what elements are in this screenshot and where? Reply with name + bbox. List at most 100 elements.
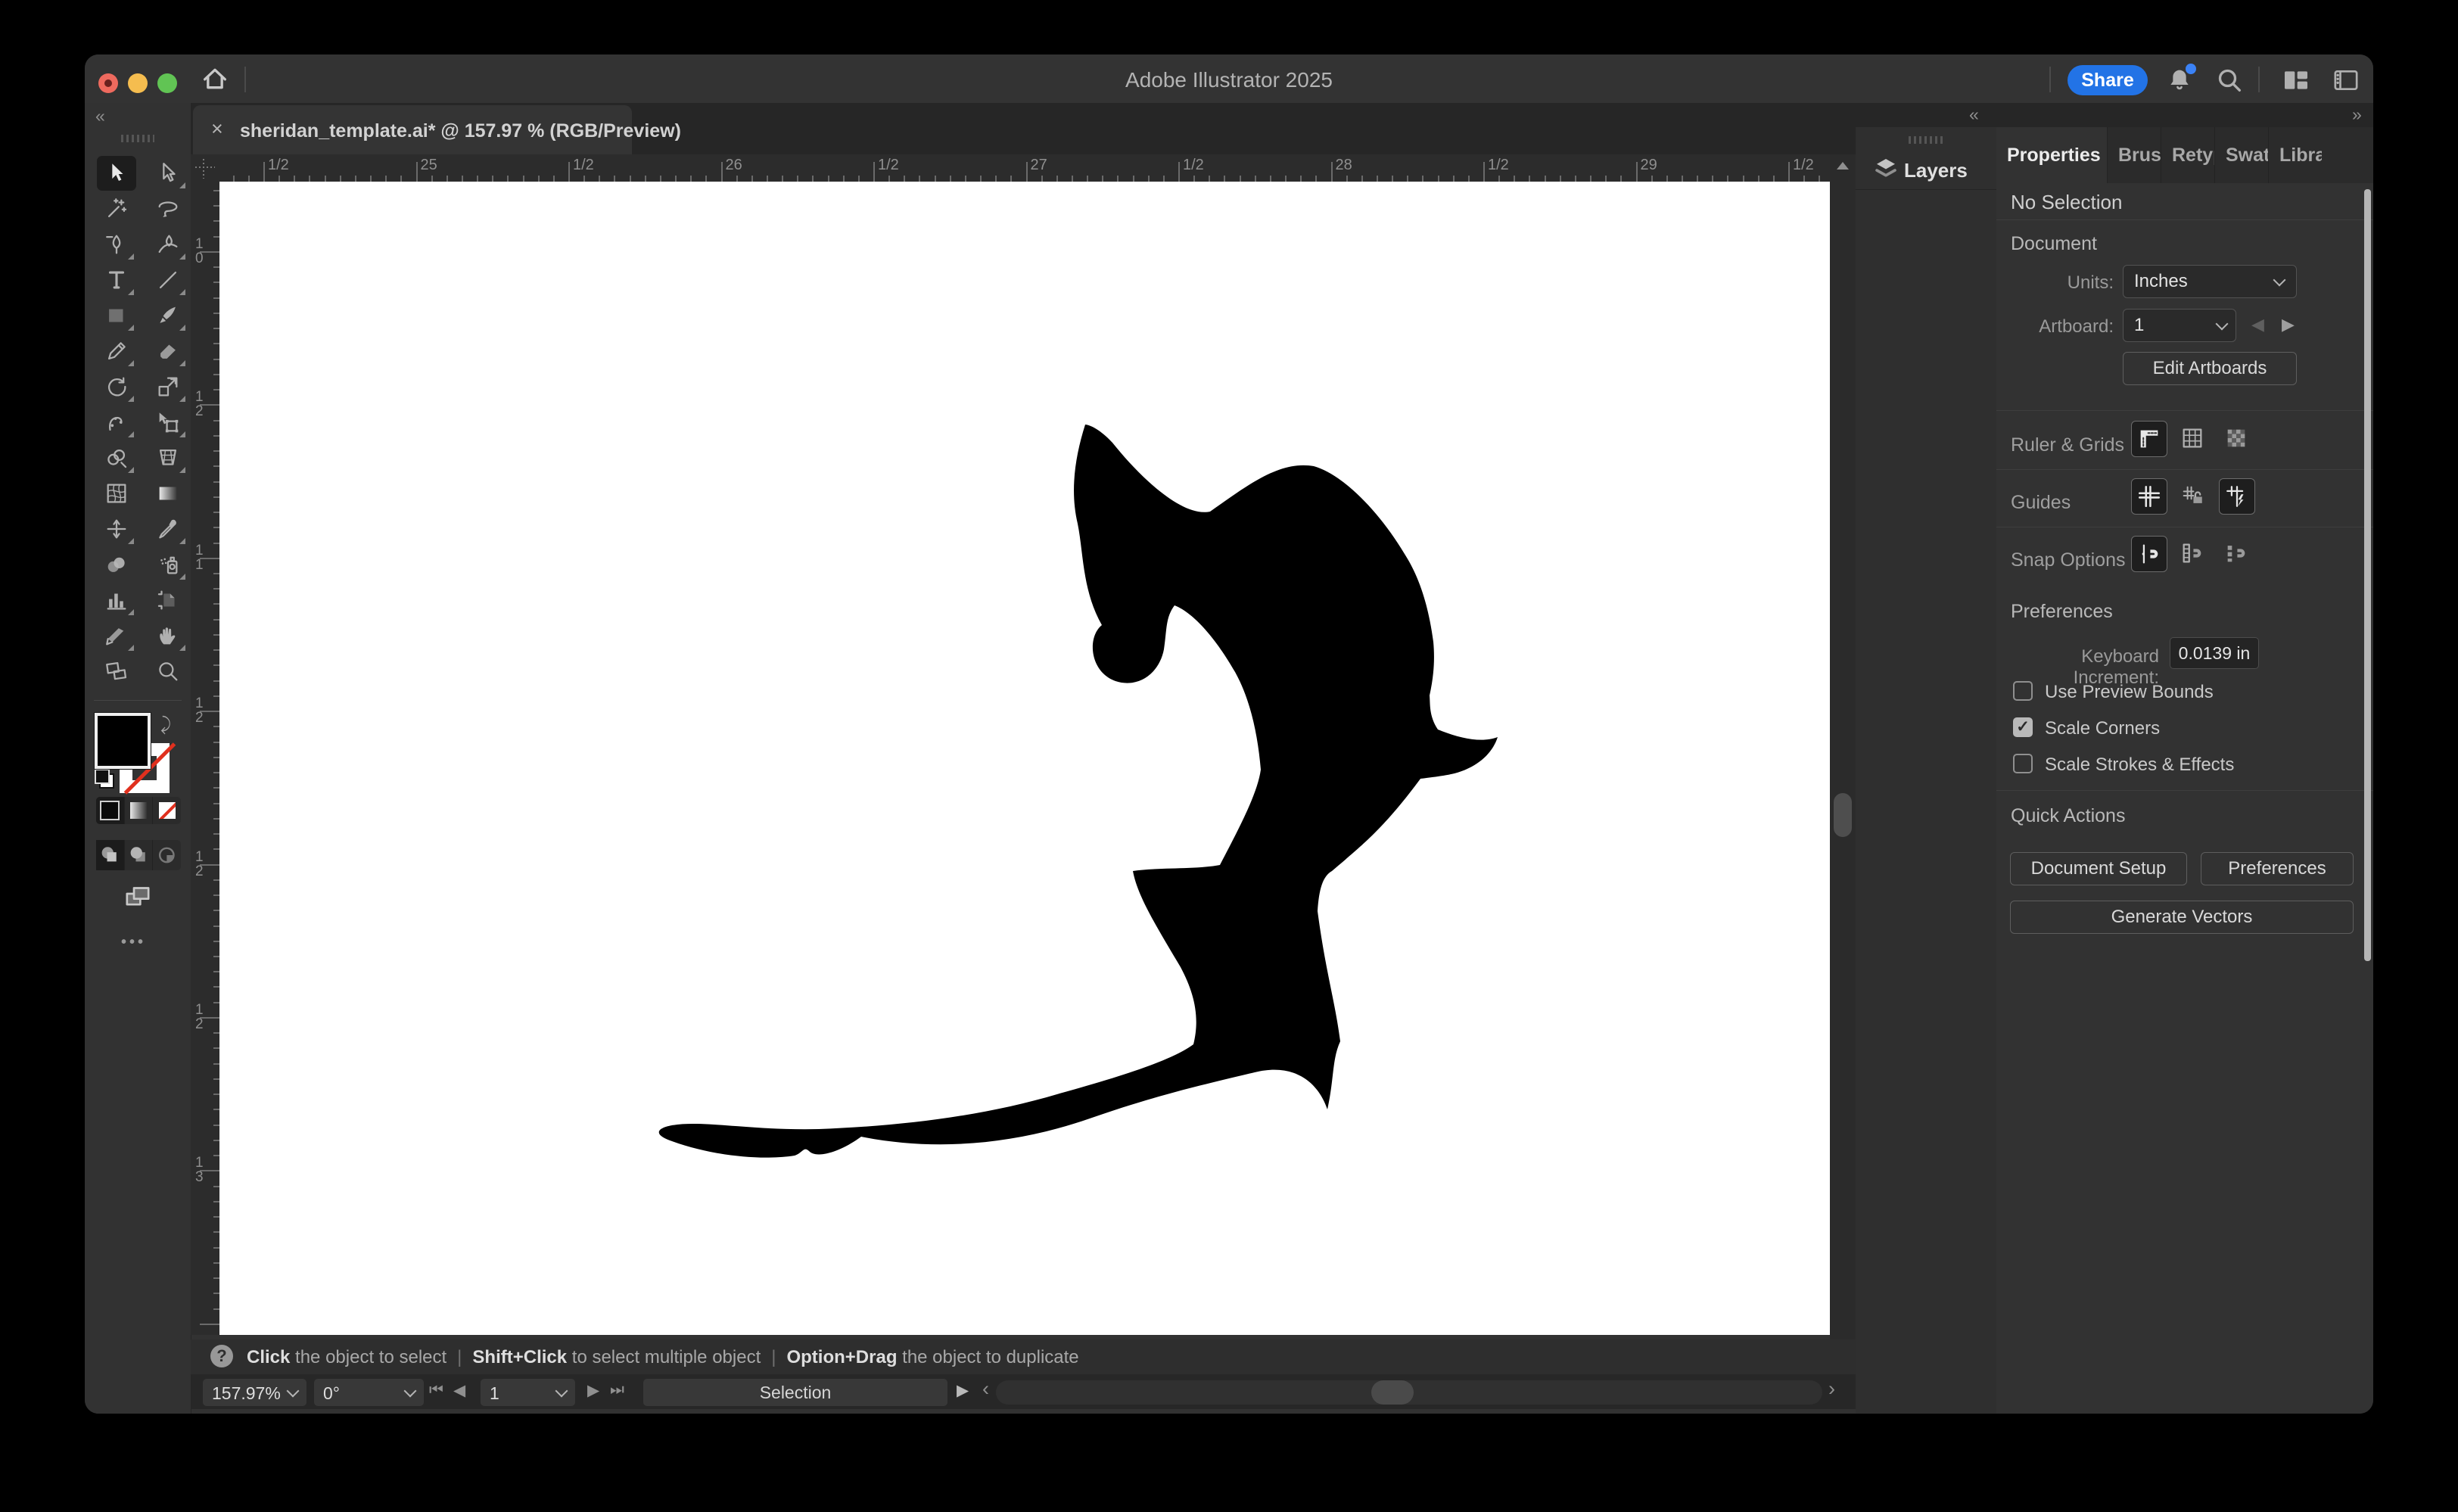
status-tool-indicator[interactable]: Selection: [643, 1379, 947, 1406]
notifications-bell-icon[interactable]: [2164, 65, 2195, 95]
next-artboard-icon[interactable]: ▶: [2282, 315, 2295, 334]
tab-brushes[interactable]: Brushes: [2107, 127, 2161, 183]
scroll-up-icon[interactable]: [1837, 162, 1849, 170]
canvas-vertical-scrollbar[interactable]: [1830, 154, 1856, 1374]
line-segment-tool[interactable]: [148, 263, 188, 297]
smart-guides-icon[interactable]: [2219, 478, 2255, 515]
color-fill-button[interactable]: [96, 797, 125, 824]
puppet-warp-tool[interactable]: [97, 405, 136, 440]
grid-icon[interactable]: [2175, 421, 2210, 456]
print-tiling-tool[interactable]: [97, 654, 136, 689]
guides-icon[interactable]: [2131, 478, 2167, 515]
pencil-tool[interactable]: [97, 334, 136, 369]
transparency-grid-icon[interactable]: [2219, 421, 2254, 456]
scroll-right-icon[interactable]: ›: [1828, 1377, 1835, 1401]
lasso-tool[interactable]: [148, 191, 188, 226]
free-transform-tool[interactable]: [148, 405, 188, 440]
default-fill-stroke-icon[interactable]: [95, 769, 114, 789]
snap-point-icon[interactable]: [2131, 536, 2167, 572]
layers-grip[interactable]: [1909, 136, 1943, 144]
share-button[interactable]: Share: [2068, 65, 2148, 95]
hand-tool[interactable]: [148, 618, 188, 653]
magic-wand-tool[interactable]: [97, 191, 136, 226]
edit-artboards-button[interactable]: Edit Artboards: [2123, 352, 2297, 385]
screen-mode-icon[interactable]: [118, 882, 157, 913]
blend-tool[interactable]: [97, 547, 136, 582]
ruler-origin-corner[interactable]: [191, 154, 220, 182]
rectangle-tool[interactable]: [97, 298, 136, 333]
panel-toggle-icon[interactable]: [2331, 65, 2361, 95]
workspace-switcher-icon[interactable]: [2281, 65, 2311, 95]
ruler-icon[interactable]: [2131, 421, 2167, 457]
collapse-toolbar-icon[interactable]: «: [95, 106, 107, 126]
document-tab[interactable]: × sheridan_template.ai* @ 157.97 % (RGB/…: [193, 105, 632, 154]
checkbox-scale-strokes-effects[interactable]: [2013, 754, 2033, 773]
document-setup-button[interactable]: Document Setup: [2010, 852, 2187, 885]
toolbar-grip[interactable]: [121, 135, 154, 142]
collapse-panels-icon[interactable]: «: [1969, 104, 1980, 125]
direct-selection-tool[interactable]: [148, 156, 188, 191]
tab-properties[interactable]: Properties: [1996, 127, 2107, 183]
expand-panels-icon[interactable]: »: [2352, 104, 2363, 125]
fill-color-swatch[interactable]: [95, 713, 151, 769]
pen-tool[interactable]: [97, 227, 136, 262]
zoom-tool[interactable]: [148, 654, 188, 689]
horizontal-ruler[interactable]: 1/2251/2261/2271/2281/2291/2: [219, 154, 1830, 182]
snap-grid-icon[interactable]: [2175, 536, 2210, 571]
scale-tool[interactable]: [148, 369, 188, 404]
keyboard-increment-field[interactable]: 0.0139 in: [2170, 637, 2259, 669]
artboard-canvas[interactable]: [219, 182, 1830, 1335]
eraser-tool[interactable]: [148, 334, 188, 369]
last-artboard-icon[interactable]: ⏭: [610, 1381, 624, 1399]
ink-brush-artwork[interactable]: [219, 182, 1830, 1335]
checkbox-scale-corners[interactable]: ✓: [2013, 717, 2033, 737]
previous-artboard-icon[interactable]: ◀: [2251, 315, 2264, 334]
artboard-tool[interactable]: [148, 583, 188, 618]
close-tab-icon[interactable]: ×: [211, 117, 223, 141]
tab-retype[interactable]: Retype: [2161, 127, 2214, 183]
rotation-dropdown[interactable]: 0°: [314, 1379, 424, 1406]
curvature-tool[interactable]: [148, 227, 188, 262]
generate-vectors-button[interactable]: Generate Vectors: [2010, 901, 2354, 934]
tab-libraries[interactable]: Libraries: [2268, 127, 2322, 183]
vertical-scroll-thumb[interactable]: [1834, 793, 1852, 837]
type-tool[interactable]: [97, 263, 136, 297]
draw-inside-button[interactable]: [153, 840, 181, 870]
properties-scrollbar-thumb[interactable]: [2364, 189, 2371, 961]
preferences-button[interactable]: Preferences: [2201, 852, 2354, 885]
units-dropdown[interactable]: Inches: [2123, 265, 2297, 298]
help-icon[interactable]: ?: [210, 1345, 233, 1367]
none-fill-button[interactable]: [153, 797, 181, 824]
paintbrush-tool[interactable]: [148, 298, 188, 333]
selection-tool[interactable]: [97, 156, 136, 191]
mesh-tool[interactable]: [97, 476, 136, 511]
perspective-grid-tool[interactable]: [148, 440, 188, 475]
status-play-icon[interactable]: ▶: [957, 1381, 969, 1400]
more-tools-icon[interactable]: •••: [121, 934, 146, 951]
vertical-ruler[interactable]: 1 01 21 11 21 21 21 3: [191, 182, 219, 1335]
column-graph-tool[interactable]: [97, 583, 136, 618]
artboard-dropdown[interactable]: 1: [2123, 309, 2236, 342]
swap-fill-stroke-icon[interactable]: ⤸: [160, 714, 182, 736]
gradient-tool[interactable]: [148, 476, 188, 511]
draw-behind-button[interactable]: [125, 840, 154, 870]
artboard-navigation-dropdown[interactable]: 1: [481, 1379, 575, 1406]
gradient-fill-button[interactable]: [125, 797, 154, 824]
scroll-left-icon[interactable]: ‹: [982, 1377, 989, 1401]
checkbox-use-preview-bounds[interactable]: [2013, 681, 2033, 701]
draw-normal-button[interactable]: [96, 840, 125, 870]
eyedropper-tool[interactable]: [148, 512, 188, 546]
lock-guides-icon[interactable]: [2175, 478, 2210, 513]
next-artboard-icon[interactable]: ▶: [587, 1381, 599, 1400]
search-icon[interactable]: [2214, 65, 2245, 95]
previous-artboard-icon[interactable]: ◀: [453, 1381, 465, 1400]
tab-swatches[interactable]: Swatches: [2214, 127, 2268, 183]
slice-tool[interactable]: [97, 618, 136, 653]
first-artboard-icon[interactable]: ⏮: [429, 1381, 443, 1399]
rotate-tool[interactable]: [97, 369, 136, 404]
zoom-level-dropdown[interactable]: 157.97%: [203, 1379, 306, 1406]
snap-pixel-icon[interactable]: [2219, 536, 2254, 571]
layers-panel-header[interactable]: Layers: [1856, 127, 1996, 190]
symbol-sprayer-tool[interactable]: [148, 547, 188, 582]
width-tool[interactable]: [97, 512, 136, 546]
